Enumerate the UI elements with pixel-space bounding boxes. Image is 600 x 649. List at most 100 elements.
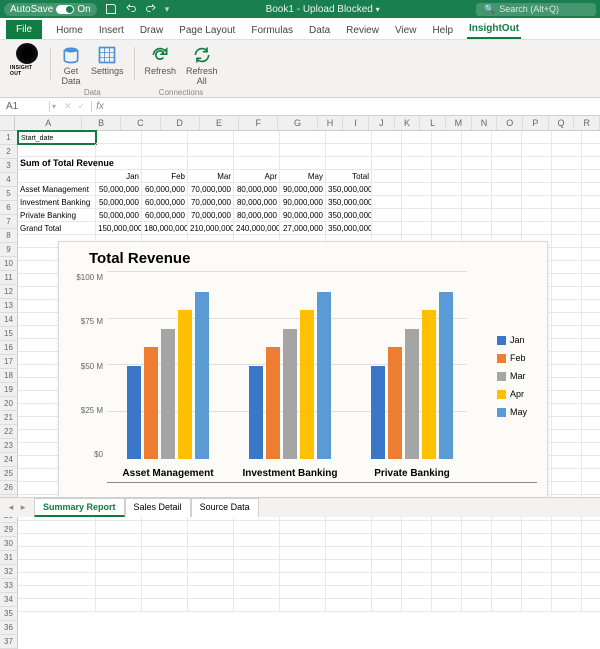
cell[interactable] [582,326,600,339]
cell[interactable] [372,209,402,222]
cell[interactable] [552,586,582,599]
cell[interactable] [234,547,280,560]
cell[interactable] [492,209,522,222]
cell[interactable] [188,560,234,573]
cell[interactable] [280,157,326,170]
cell[interactable]: 150,000,000 [96,222,142,235]
cell[interactable] [142,573,188,586]
cell[interactable] [522,157,552,170]
fx-icon[interactable]: fx [92,101,108,112]
cell[interactable] [326,534,372,547]
cell[interactable] [552,443,582,456]
column-header[interactable]: C [121,116,160,130]
cell[interactable]: 50,000,000 [96,209,142,222]
row-header[interactable]: 13 [0,299,18,313]
autosave-toggle[interactable]: AutoSave On [4,3,97,16]
cell[interactable] [582,365,600,378]
cell[interactable] [582,157,600,170]
cell[interactable] [582,274,600,287]
row-header[interactable]: 36 [0,621,18,635]
cell[interactable] [432,144,462,157]
cell[interactable] [432,131,462,144]
cell[interactable]: 60,000,000 [142,209,188,222]
cell[interactable] [552,287,582,300]
cell[interactable] [326,144,372,157]
cell[interactable] [96,547,142,560]
cell[interactable] [326,157,372,170]
row-header[interactable]: 15 [0,327,18,341]
sheet-tab[interactable]: Source Data [191,498,259,517]
cell[interactable]: 350,000,000 [326,196,372,209]
column-header[interactable]: B [82,116,121,130]
cell[interactable]: Sum of Total Revenue [18,157,96,170]
undo-icon[interactable] [125,3,137,15]
cell[interactable] [280,573,326,586]
cell[interactable] [280,560,326,573]
cell[interactable]: 50,000,000 [96,183,142,196]
row-header[interactable]: 3 [0,159,18,173]
cell[interactable] [280,144,326,157]
cell[interactable] [402,222,432,235]
cell[interactable]: 240,000,000 [234,222,280,235]
cell[interactable]: Mar [188,170,234,183]
row-header[interactable]: 1 [0,131,18,145]
row-header[interactable]: 10 [0,257,18,271]
row-header[interactable]: 20 [0,397,18,411]
cell[interactable] [462,586,492,599]
row-header[interactable]: 19 [0,383,18,397]
qat-dropdown-icon[interactable]: ▾ [165,4,170,15]
cell[interactable] [432,573,462,586]
cell[interactable]: Jan [96,170,142,183]
cell[interactable]: 80,000,000 [234,183,280,196]
cell[interactable] [96,599,142,612]
cell[interactable] [234,599,280,612]
cell[interactable] [142,547,188,560]
cell[interactable] [492,196,522,209]
cell[interactable] [402,196,432,209]
cell[interactable] [552,313,582,326]
cell[interactable] [462,183,492,196]
column-header[interactable]: D [161,116,200,130]
cell[interactable] [552,196,582,209]
cell[interactable] [552,144,582,157]
row-header[interactable]: 7 [0,215,18,229]
cell[interactable] [552,209,582,222]
cell[interactable] [462,157,492,170]
row-header[interactable]: 30 [0,537,18,551]
cell[interactable] [522,534,552,547]
cell[interactable] [96,560,142,573]
cell[interactable] [552,391,582,404]
cell[interactable] [402,599,432,612]
cell[interactable] [462,599,492,612]
cell[interactable] [96,144,142,157]
cell[interactable] [552,235,582,248]
row-header[interactable]: 32 [0,565,18,579]
cell[interactable] [552,170,582,183]
cell[interactable] [402,157,432,170]
cell[interactable] [582,417,600,430]
cell[interactable]: Total [326,170,372,183]
cell[interactable]: 50,000,000 [96,196,142,209]
cell[interactable] [280,131,326,144]
row-header[interactable]: 14 [0,313,18,327]
cell[interactable] [234,157,280,170]
cell[interactable] [96,534,142,547]
cell[interactable] [188,573,234,586]
cell[interactable] [582,287,600,300]
cell[interactable]: 60,000,000 [142,196,188,209]
cell[interactable] [18,144,96,157]
cell[interactable] [552,183,582,196]
refresh-button[interactable]: Refresh [141,43,181,78]
cell[interactable]: Feb [142,170,188,183]
cell[interactable] [552,274,582,287]
cell[interactable]: 350,000,000 [326,209,372,222]
cell[interactable] [326,521,372,534]
row-header[interactable]: 21 [0,411,18,425]
cell[interactable] [552,404,582,417]
cell[interactable] [234,534,280,547]
cell[interactable] [432,222,462,235]
cell[interactable] [402,170,432,183]
cell[interactable] [96,573,142,586]
cell[interactable] [142,521,188,534]
cell[interactable] [552,222,582,235]
